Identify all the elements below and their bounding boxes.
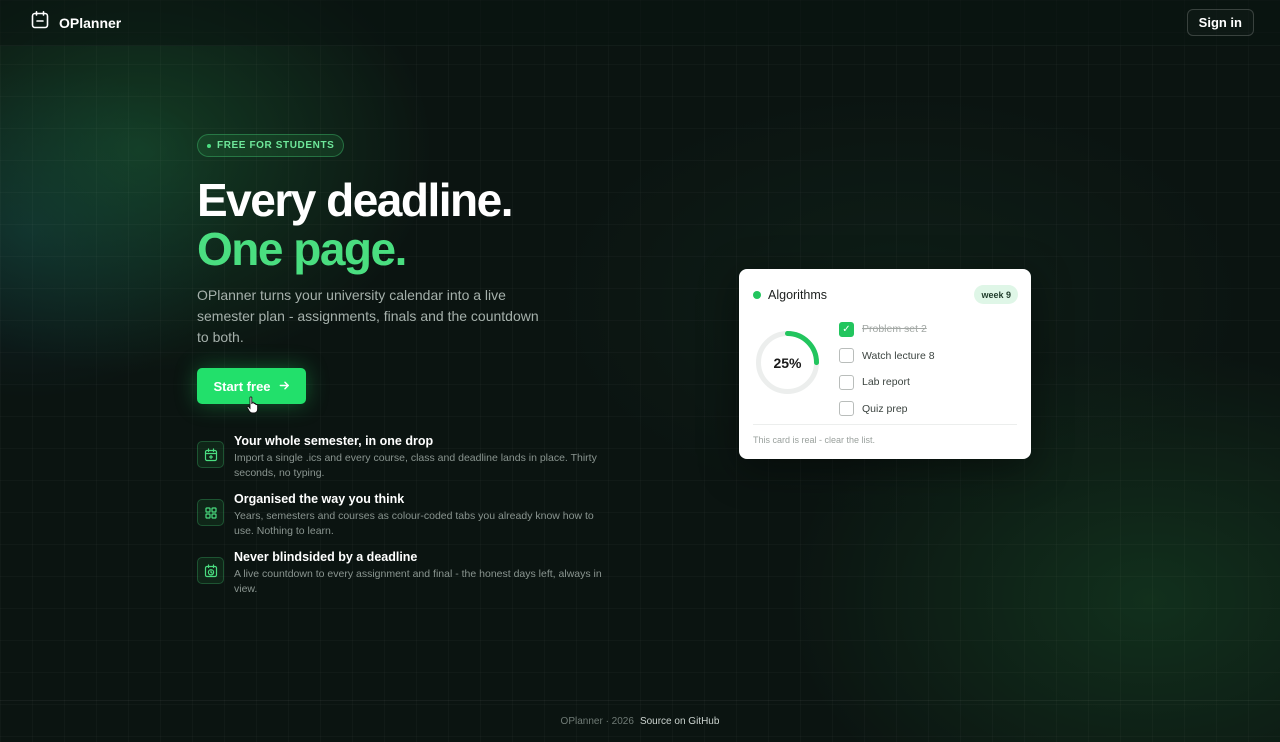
feature-description: A live countdown to every assignment and… (234, 568, 602, 595)
hero-lead: OPlanner turns your university calendar … (197, 287, 539, 345)
hero-headline: Every deadline. One page. (197, 174, 514, 275)
task-label: Problem set 2 (862, 323, 927, 336)
week-badge: week 9 (974, 285, 1018, 304)
checkbox-checked-icon[interactable]: ✓ (839, 321, 854, 337)
task-item[interactable]: ✓ Problem set 2 (839, 316, 935, 343)
task-item[interactable]: Watch lecture 8 (839, 343, 935, 370)
task-list: ✓ Problem set 2 Watch lecture 8 Lab repo… (839, 316, 935, 422)
arrow-right-icon (279, 379, 290, 394)
task-label: Watch lecture 8 (862, 349, 935, 362)
task-item[interactable]: Quiz prep (839, 396, 935, 423)
calendar-plus-icon (197, 441, 224, 468)
brand-name: OPlanner (59, 14, 122, 31)
feature-description: Import a single .ics and every course, c… (234, 452, 597, 479)
headline-line-2: One page. (197, 223, 407, 275)
feature-title: Never blindsided by a deadline (234, 550, 418, 564)
github-source-link[interactable]: Source on GitHub (640, 716, 720, 727)
feature-item: Your whole semester, in one drop Import … (197, 432, 607, 490)
badge-label: FREE FOR STUDENTS (217, 140, 335, 151)
feature-list: Your whole semester, in one drop Import … (197, 432, 607, 606)
hand-cursor-icon (246, 396, 260, 419)
calendar-logo-icon (30, 10, 50, 35)
card-header: Algorithms week 9 (753, 285, 1018, 304)
brand[interactable]: OPlanner (30, 10, 121, 35)
start-free-label: Start free (213, 378, 271, 394)
page-footer: OPlanner · 2026 Source on GitHub (0, 700, 1280, 742)
footer-copyright: OPlanner · 2026 (560, 716, 634, 727)
checkbox-icon[interactable] (839, 348, 854, 364)
feature-item: Organised the way you think Years, semes… (197, 490, 607, 548)
task-label: Lab report (862, 376, 910, 389)
feature-description: Years, semesters and courses as colour-c… (234, 510, 594, 537)
feature-title: Organised the way you think (234, 492, 405, 506)
checkbox-icon[interactable] (839, 374, 854, 390)
course-color-dot (753, 290, 761, 299)
badge-dot (207, 143, 211, 148)
task-label: Quiz prep (862, 402, 908, 415)
feature-item: Never blindsided by a deadline A live co… (197, 548, 607, 606)
calendar-clock-icon (197, 557, 224, 584)
top-nav: OPlanner Sign in (0, 0, 1280, 46)
demo-course-card: Algorithms week 9 25% ✓ Problem set 2 Wa… (739, 269, 1031, 459)
task-item[interactable]: Lab report (839, 369, 935, 396)
card-divider (753, 424, 1017, 425)
course-title: Algorithms (768, 287, 828, 302)
checkbox-icon[interactable] (839, 401, 854, 417)
sign-in-button[interactable]: Sign in (1186, 9, 1254, 36)
card-footnote: This card is real - clear the list. (753, 435, 876, 445)
progress-percent: 25% (773, 354, 802, 371)
free-badge: FREE FOR STUDENTS (197, 134, 345, 157)
feature-title: Your whole semester, in one drop (234, 434, 434, 448)
headline-line-1: Every deadline. (197, 174, 514, 226)
grid-icon (197, 499, 224, 526)
background-grid (0, 0, 1280, 742)
